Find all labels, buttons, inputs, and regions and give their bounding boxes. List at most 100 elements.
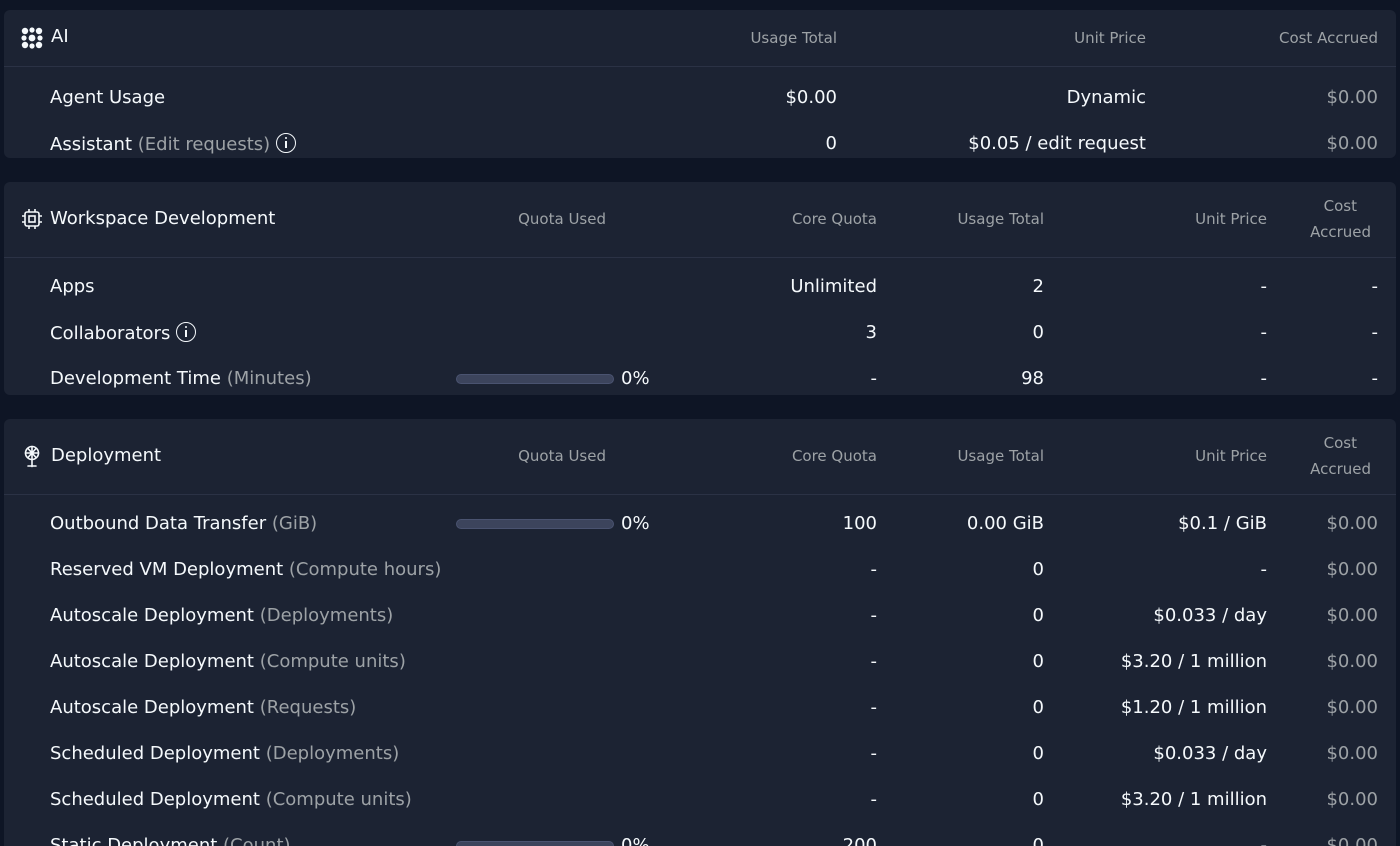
row-name: Collaborators xyxy=(50,322,197,344)
ai-usage-card: AI Usage Total Unit Price Cost Accrued A… xyxy=(4,10,1396,158)
table-row: Apps Unlimited 2 - - xyxy=(4,264,1396,310)
row-unit: (Compute hours) xyxy=(288,559,442,580)
cpu-chip-icon xyxy=(22,209,42,229)
row-name-text: Scheduled Deployment xyxy=(50,743,260,764)
unit-price-value: $3.20 / 1 million xyxy=(1120,651,1267,672)
usage-total-value: 0 xyxy=(1032,789,1044,810)
usage-total-value: 0 xyxy=(825,133,837,154)
header-usage-total: Usage Total xyxy=(957,210,1044,228)
row-unit: (Deployments) xyxy=(259,605,394,626)
quota-percent: 0% xyxy=(621,368,650,389)
unit-price-value: - xyxy=(1260,368,1268,389)
row-name-text: Static Deployment xyxy=(50,835,218,846)
usage-total-value: 0 xyxy=(1032,743,1044,764)
usage-total-value: 2 xyxy=(1032,276,1044,297)
core-quota-value: - xyxy=(870,651,878,672)
header-quota-used: Quota Used xyxy=(518,447,606,465)
row-unit: (Requests) xyxy=(259,697,357,718)
row-name: Autoscale Deployment (Compute units) xyxy=(50,651,406,672)
row-name: Apps xyxy=(50,276,95,297)
header-unit-price: Unit Price xyxy=(1195,447,1267,465)
usage-total-value: 0 xyxy=(1032,651,1044,672)
core-quota-value: - xyxy=(870,743,878,764)
row-name-text: Outbound Data Transfer xyxy=(50,513,267,534)
cost-accrued-value: - xyxy=(1371,276,1379,297)
table-row: Autoscale Deployment (Requests) - 0 $1.20 /… xyxy=(4,685,1396,731)
info-icon[interactable] xyxy=(276,133,297,153)
row-unit: (GiB) xyxy=(271,513,318,534)
header-cost-accrued-line2: Accrued xyxy=(1310,460,1371,478)
cost-accrued-value: - xyxy=(1371,322,1379,343)
row-name: Agent Usage xyxy=(50,87,165,108)
table-row: Static Deployment (Count) 0% 200 0 - $0.00 xyxy=(4,823,1396,846)
header-quota-used: Quota Used xyxy=(518,210,606,228)
header-unit-price: Unit Price xyxy=(1074,29,1146,47)
deployment-antenna-icon xyxy=(24,445,40,468)
row-name-text: Autoscale Deployment xyxy=(50,651,254,672)
cost-accrued-value: $0.00 xyxy=(1326,789,1378,810)
cost-accrued-value: $0.00 xyxy=(1326,133,1378,154)
usage-total-value: 98 xyxy=(1021,368,1044,389)
row-name-text: Apps xyxy=(50,276,95,297)
cost-accrued-value: $0.00 xyxy=(1326,87,1378,108)
row-name-text: Autoscale Deployment xyxy=(50,605,254,626)
table-row: Autoscale Deployment (Compute units) - 0 $3… xyxy=(4,639,1396,685)
row-name-text: Agent Usage xyxy=(50,87,166,108)
cost-accrued-value: $0.00 xyxy=(1326,559,1378,580)
quota-progress-bar xyxy=(456,519,614,529)
row-unit: (Minutes) xyxy=(226,368,312,389)
deployment-section-title: Deployment xyxy=(51,445,162,466)
header-cost-accrued: Cost Accrued xyxy=(1278,29,1378,47)
cost-accrued-value: $0.00 xyxy=(1326,651,1378,672)
row-unit: (Compute units) xyxy=(259,651,406,672)
cost-accrued-value: $0.00 xyxy=(1326,743,1378,764)
usage-total-value: 0 xyxy=(1032,605,1044,626)
unit-price-value: - xyxy=(1260,276,1268,297)
table-row: Collaborators 3 0 - - xyxy=(4,310,1396,356)
unit-price-value: $3.20 / 1 million xyxy=(1120,789,1267,810)
row-name-text: Assistant xyxy=(50,134,133,155)
quota-progress-bar xyxy=(456,841,614,846)
core-quota-value: Unlimited xyxy=(790,276,877,297)
cost-accrued-value: $0.00 xyxy=(1326,513,1378,534)
deployment-card-header: Deployment Quota Used Core Quota Usage T… xyxy=(4,419,1396,495)
unit-price-value: - xyxy=(1260,835,1268,846)
row-name-text: Autoscale Deployment xyxy=(50,697,254,718)
info-icon[interactable] xyxy=(176,322,197,342)
core-quota-value: - xyxy=(870,605,878,626)
unit-price-value: $0.1 / GiB xyxy=(1178,513,1267,534)
workspace-card-header: Workspace Development Quota Used Core Qu… xyxy=(4,182,1396,258)
row-name: Autoscale Deployment (Deployments) xyxy=(50,605,393,626)
row-name-text: Reserved VM Deployment xyxy=(50,559,284,580)
core-quota-value: - xyxy=(870,789,878,810)
table-row: Scheduled Deployment (Compute units) - 0 $3… xyxy=(4,777,1396,823)
unit-price-value: $0.05 / edit request xyxy=(968,133,1146,154)
header-cost-accrued-line1: Cost xyxy=(1323,434,1357,452)
core-quota-value: - xyxy=(870,368,878,389)
header-core-quota: Core Quota xyxy=(791,447,877,465)
unit-price-value: $1.20 / 1 million xyxy=(1120,697,1267,718)
header-core-quota: Core Quota xyxy=(791,210,877,228)
deployment-card: Deployment Quota Used Core Quota Usage T… xyxy=(4,419,1396,846)
usage-total-value: 0 xyxy=(1032,835,1044,846)
unit-price-value: - xyxy=(1260,559,1268,580)
row-name: Scheduled Deployment (Compute units) xyxy=(50,789,412,810)
ai-section-title: AI xyxy=(51,26,69,47)
header-usage-total: Usage Total xyxy=(750,29,837,47)
header-unit-price: Unit Price xyxy=(1195,210,1267,228)
row-name: Outbound Data Transfer (GiB) xyxy=(50,513,317,534)
usage-total-value: 0 xyxy=(1032,559,1044,580)
usage-total-value: 0 xyxy=(1032,322,1044,343)
header-cost-accrued-line2: Accrued xyxy=(1310,223,1371,241)
row-name: Static Deployment (Count) xyxy=(50,835,291,846)
core-quota-value: - xyxy=(870,697,878,718)
core-quota-value: 3 xyxy=(865,322,877,343)
ai-card-header: AI Usage Total Unit Price Cost Accrued xyxy=(4,10,1396,67)
table-row: Outbound Data Transfer (GiB) 0% 100 0.00 Gi… xyxy=(4,501,1396,547)
row-name-text: Collaborators xyxy=(50,323,171,344)
row-unit: (Edit requests) xyxy=(137,134,271,155)
cost-accrued-value: $0.00 xyxy=(1326,835,1378,846)
row-unit: (Deployments) xyxy=(265,743,400,764)
unit-price-value: - xyxy=(1260,322,1268,343)
quota-progress-bar xyxy=(456,374,614,384)
